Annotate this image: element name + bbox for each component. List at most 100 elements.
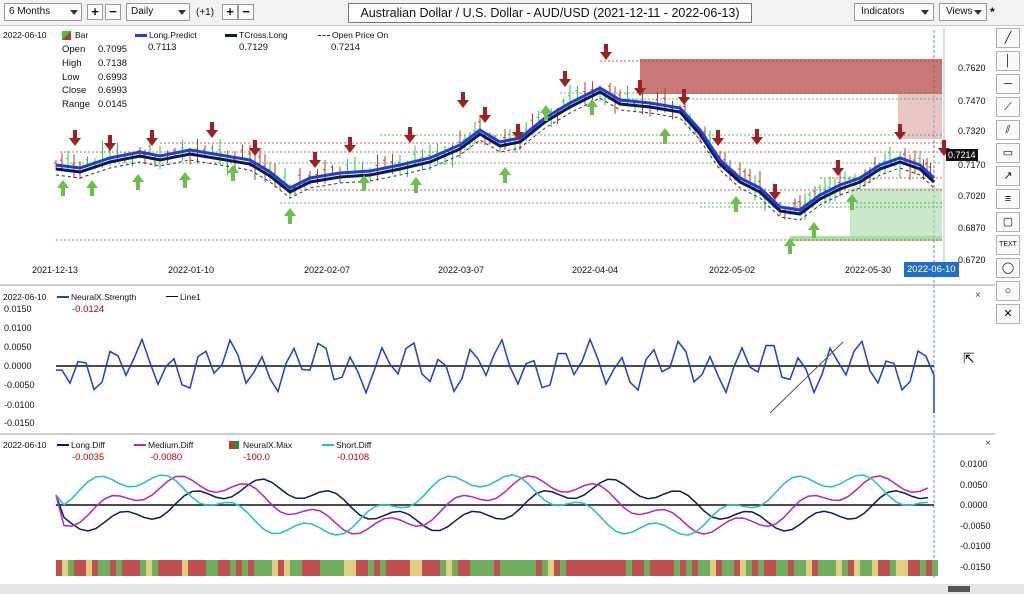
strength-y-tick: 0.0000 <box>4 361 32 371</box>
neuralx-max-cell <box>470 560 476 576</box>
ray-tool-button[interactable]: ⟋ <box>996 97 1020 117</box>
arrow-tool-button[interactable]: ↗ <box>996 166 1020 186</box>
pen-tool-button[interactable]: ╱ <box>996 28 1020 48</box>
up-arrow-icon <box>659 128 671 144</box>
neuralx-max-cell <box>380 560 386 576</box>
delete-drawings-button[interactable]: ✕ <box>996 304 1020 324</box>
diff-y-tick: 0.0000 <box>960 500 988 510</box>
neuralx-max-cell <box>626 560 632 576</box>
neuralx-max-cell <box>758 560 764 576</box>
neuralx-max-cell <box>518 560 524 576</box>
down-arrow-icon <box>249 140 261 156</box>
range-label: Range <box>62 99 90 111</box>
neuralx-max-cell <box>620 560 626 576</box>
neuralx-max-cell <box>170 560 176 576</box>
neuralx-max-cell <box>218 560 224 576</box>
neuralx-max-cell <box>818 560 824 576</box>
bar-icon <box>62 31 71 40</box>
neuralx-max-cell <box>110 560 116 576</box>
neuralx-max-cell <box>698 560 704 576</box>
close-icon: ✕ <box>1003 308 1013 320</box>
horizontal-line-tool-button[interactable]: ─ <box>996 74 1020 94</box>
up-arrow-icon <box>586 99 598 115</box>
neuralx-max-swatch <box>229 441 239 449</box>
neuralx-max-cell <box>92 560 98 576</box>
low-value: 0.6993 <box>98 71 128 83</box>
open-value: 0.7095 <box>98 44 128 55</box>
neuralx-max-cell <box>608 560 614 576</box>
neuralx-max-cell <box>674 560 680 576</box>
neuralx-max-cell <box>194 560 200 576</box>
legend-neuralx-strength-value: -0.0124 <box>72 304 105 315</box>
pen-icon: ╱ <box>1004 32 1012 44</box>
neuralx-max-cell <box>272 560 278 576</box>
support-zone <box>850 188 942 236</box>
scrollbar-thumb[interactable] <box>948 586 970 592</box>
fibonacci-tool-button[interactable]: ≡ <box>996 189 1020 209</box>
short-diff-swatch <box>322 444 334 446</box>
neuralx-max-cell <box>158 560 164 576</box>
neuralx-max-cell <box>254 560 260 576</box>
neuralx-max-cell <box>896 560 902 576</box>
neuralx-max-cell <box>452 560 458 576</box>
price-y-tick: 0.7320 <box>958 126 986 136</box>
price-y-tick: 0.7470 <box>958 96 986 106</box>
down-arrow-icon <box>832 160 844 176</box>
neuralx-max-cell <box>650 560 656 576</box>
neuralx-max-cell <box>590 560 596 576</box>
legend-neuralx-max-value: -100.0 <box>243 452 270 463</box>
neuralx-max-cell <box>416 560 422 576</box>
neuralx-max-cell <box>908 560 914 576</box>
neuralx-max-cell <box>530 560 536 576</box>
strength-swatch <box>57 296 69 298</box>
horizontal-scrollbar[interactable] <box>0 584 1024 594</box>
neuralx-max-cell <box>920 560 926 576</box>
neuralx-max-cell <box>374 560 380 576</box>
neuralx-max-cell <box>932 560 938 576</box>
up-arrow-icon <box>179 172 191 188</box>
chart-canvas[interactable] <box>0 0 1024 594</box>
ellipse-tool-button[interactable]: ◯ <box>996 258 1020 278</box>
neuralx-max-cell <box>584 560 590 576</box>
price-y-tick: 0.7620 <box>958 63 986 73</box>
arrow-icon: ↗ <box>1003 170 1013 182</box>
ohlc-readout: Open 0.7095 High 0.7138 Low 0.6993 Close 0.6… <box>60 42 135 113</box>
neuralx-max-cell <box>890 560 896 576</box>
rectangle-tool-button[interactable]: ▭ <box>996 143 1020 163</box>
price-y-tick: 0.7170 <box>958 160 986 170</box>
circle-tool-button[interactable]: ○ <box>996 281 1020 301</box>
fibonacci-icon: ≡ <box>1004 193 1012 205</box>
neuralx-max-cell <box>74 560 80 576</box>
neuralx-max-cell <box>770 560 776 576</box>
neuralx-max-cell <box>422 560 428 576</box>
strength-close-icon[interactable]: × <box>975 290 981 301</box>
long-predict-swatch <box>135 34 147 37</box>
close-label: Close <box>62 85 87 97</box>
callout-tool-button[interactable]: ▢ <box>996 212 1020 232</box>
neuralx-max-cell <box>806 560 812 576</box>
down-arrow-icon <box>104 135 116 151</box>
legend-short-diff-value: -0.0108 <box>337 452 370 463</box>
neuralx-max-cell <box>476 560 482 576</box>
neuralx-max-cell <box>560 560 566 576</box>
neuralx-max-cell <box>632 560 638 576</box>
neuralx-max-cell <box>812 560 818 576</box>
strength-y-tick: -0.0100 <box>4 400 35 410</box>
neuralx-max-cell <box>548 560 554 576</box>
neuralx-max-cell <box>182 560 188 576</box>
diff-close-icon[interactable]: × <box>985 438 991 449</box>
diff-y-tick: -0.0100 <box>960 541 991 551</box>
text-tool-button[interactable]: TEXT <box>996 235 1020 255</box>
neuralx-max-cell <box>104 560 110 576</box>
channel-tool-button[interactable]: ⫽ <box>996 120 1020 140</box>
vertical-line-tool-button[interactable]: │ <box>996 51 1020 71</box>
neuralx-max-cell <box>212 560 218 576</box>
up-arrow-icon <box>410 177 422 193</box>
neuralx-max-cell <box>134 560 140 576</box>
diff-date: 2022-06-10 <box>3 440 47 450</box>
neuralx-max-cell <box>80 560 86 576</box>
callout-icon: ▢ <box>1002 216 1014 228</box>
long-predict-line <box>55 86 936 212</box>
legend-line1: Line1 <box>180 292 201 302</box>
legend-medium-diff-value: -0.0080 <box>150 452 183 463</box>
